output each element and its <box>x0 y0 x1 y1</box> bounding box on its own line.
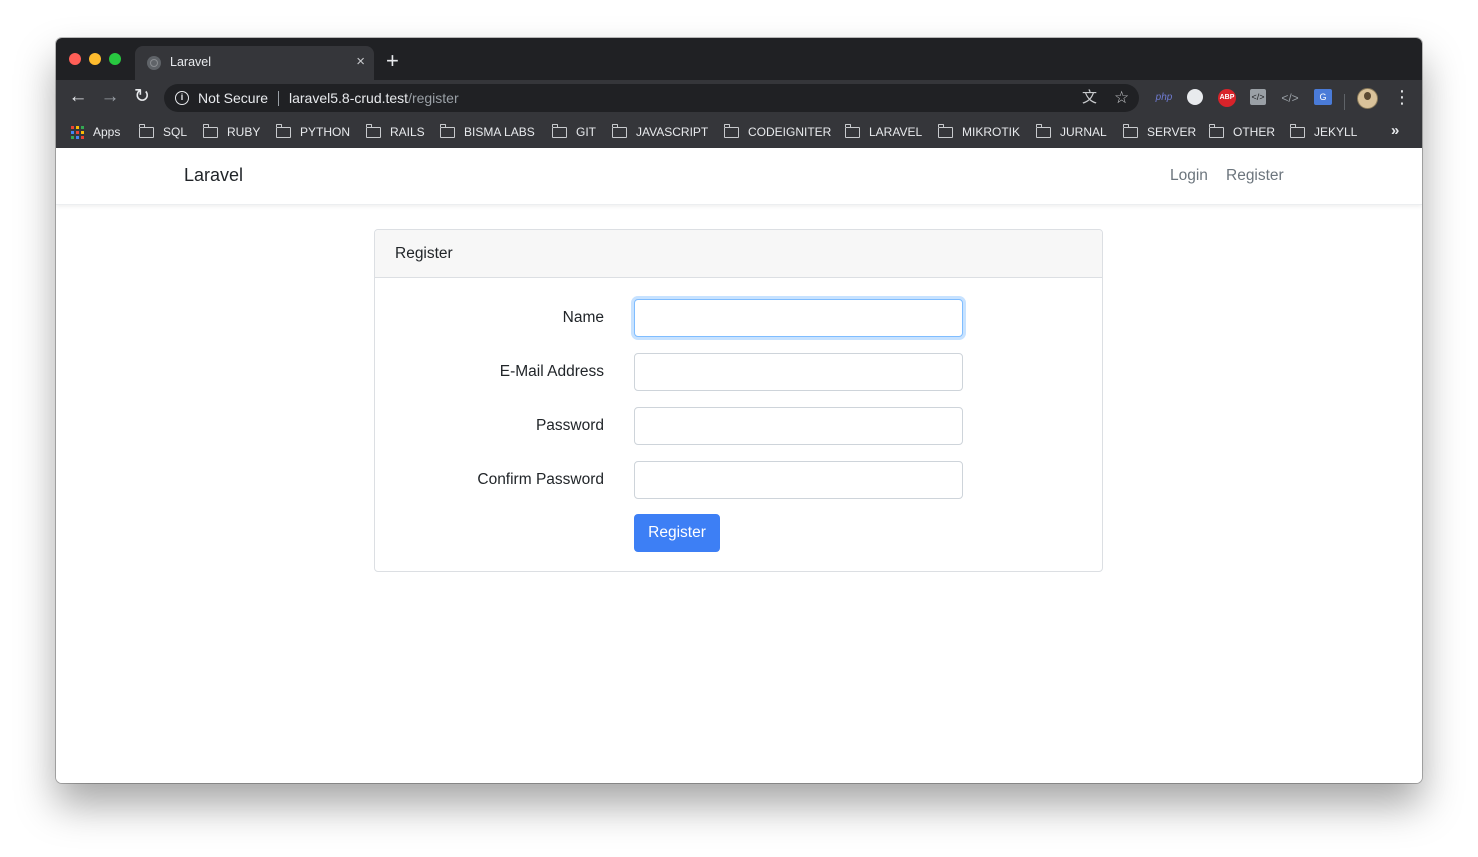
bookmark-label: BISMA LABS <box>464 125 535 139</box>
web-page: Laravel Login Register Register Name E-M… <box>56 148 1422 783</box>
bookmark-label: JEKYLL <box>1314 125 1358 139</box>
google-translate-extension-icon[interactable]: G <box>1314 89 1332 105</box>
bookmark-folder-python[interactable]: PYTHON <box>275 123 351 141</box>
folder-icon <box>723 123 739 138</box>
site-brand-link[interactable]: Laravel <box>184 165 243 186</box>
register-link[interactable]: Register <box>1226 167 1284 185</box>
folder-icon <box>551 123 567 138</box>
close-tab-icon[interactable]: × <box>356 53 365 71</box>
confirm-password-label: Confirm Password <box>477 471 604 488</box>
bookmark-folder-git[interactable]: GIT <box>551 123 596 141</box>
more-menu-icon[interactable]: ⋮ <box>1393 87 1411 107</box>
bookmark-folder-mikrotik[interactable]: MIKROTIK <box>937 123 1021 141</box>
minimize-window-button[interactable] <box>89 53 101 65</box>
card-title: Register <box>395 245 453 262</box>
bookmarks-bar: Apps SQL RUBY PYTHON RAILS BISMA LABS GI… <box>56 116 1422 148</box>
folder-icon <box>937 123 953 138</box>
password-label: Password <box>535 417 604 434</box>
folder-icon <box>844 123 860 138</box>
bookmark-label: SERVER <box>1147 125 1197 139</box>
security-status[interactable]: Not Secure <box>198 90 268 106</box>
adblock-extension-icon[interactable]: ABP <box>1218 89 1236 107</box>
folder-icon <box>138 123 154 138</box>
folder-icon <box>1035 123 1051 138</box>
bookmark-apps[interactable]: Apps <box>71 123 120 141</box>
translate-icon[interactable]: 文 <box>1082 89 1097 107</box>
site-navbar: Laravel Login Register <box>56 148 1422 205</box>
bookmark-folder-sql[interactable]: SQL <box>138 123 188 141</box>
folder-icon <box>365 123 381 138</box>
bookmark-folder-laravel[interactable]: LARAVEL <box>844 123 923 141</box>
bookmark-folder-jekyll[interactable]: JEKYLL <box>1289 123 1358 141</box>
info-icon[interactable]: i <box>175 91 189 105</box>
folder-icon <box>275 123 291 138</box>
browser-toolbar: ← → ↻ i Not Secure laravel5.8-crud.test/… <box>56 80 1422 116</box>
bookmark-label: LARAVEL <box>869 125 923 139</box>
bookmark-folder-rails[interactable]: RAILS <box>365 123 425 141</box>
bookmark-label: JAVASCRIPT <box>636 125 709 139</box>
email-input[interactable] <box>634 353 963 391</box>
url-path: /register <box>408 90 459 106</box>
folder-icon <box>1122 123 1138 138</box>
toolbar-divider <box>1344 94 1345 110</box>
bookmark-label: GIT <box>576 125 596 139</box>
url-text[interactable]: laravel5.8-crud.test/register <box>289 90 459 106</box>
folder-icon <box>1208 123 1224 138</box>
bookmark-folder-other[interactable]: OTHER <box>1208 123 1275 141</box>
card-header: Register <box>375 230 1102 278</box>
bookmark-folder-codeigniter[interactable]: CODEIGNITER <box>723 123 832 141</box>
browser-tab-laravel[interactable]: Laravel × <box>135 46 374 80</box>
password-input[interactable] <box>634 407 963 445</box>
bookmark-folder-javascript[interactable]: JAVASCRIPT <box>611 123 709 141</box>
url-host: laravel5.8-crud.test <box>289 90 409 106</box>
bookmark-label: OTHER <box>1233 125 1275 139</box>
globe-icon <box>147 56 161 70</box>
bookmark-star-icon[interactable]: ☆ <box>1114 89 1129 107</box>
confirm-password-input[interactable] <box>634 461 963 499</box>
code-extension-icon[interactable]: </> <box>1250 89 1266 105</box>
bookmark-label: MIKROTIK <box>962 125 1021 139</box>
maximize-window-button[interactable] <box>109 53 121 65</box>
php-extension-icon[interactable]: php <box>1153 89 1175 107</box>
folder-icon <box>611 123 627 138</box>
close-window-button[interactable] <box>69 53 81 65</box>
address-separator <box>278 91 279 106</box>
bookmark-folder-jurnal[interactable]: JURNAL <box>1035 123 1107 141</box>
new-tab-icon[interactable]: + <box>386 50 399 72</box>
code-view-extension-icon[interactable]: </> <box>1280 89 1300 107</box>
name-label: Name <box>562 309 604 326</box>
address-bar[interactable]: i Not Secure laravel5.8-crud.test/regist… <box>164 84 1139 112</box>
back-arrow-icon[interactable]: ← <box>67 87 89 107</box>
bookmark-label: RUBY <box>227 125 261 139</box>
forward-arrow-icon[interactable]: → <box>99 87 121 107</box>
profile-avatar[interactable] <box>1357 88 1378 109</box>
bookmark-folder-ruby[interactable]: RUBY <box>202 123 261 141</box>
bookmark-label: SQL <box>163 125 188 139</box>
bookmark-label: RAILS <box>390 125 425 139</box>
bookmark-folder-bisma-labs[interactable]: BISMA LABS <box>439 123 535 141</box>
circle-extension-icon[interactable] <box>1187 89 1203 105</box>
browser-window: Laravel × + ← → ↻ i Not Secure laravel5.… <box>56 38 1422 783</box>
bookmark-label: PYTHON <box>300 125 351 139</box>
login-link[interactable]: Login <box>1170 167 1208 185</box>
folder-icon <box>202 123 218 138</box>
bookmark-label: Apps <box>93 125 121 139</box>
name-input[interactable] <box>634 299 963 337</box>
bookmark-folder-server[interactable]: SERVER <box>1122 123 1197 141</box>
register-submit-button[interactable]: Register <box>634 514 720 552</box>
register-card: Register Name E-Mail Address Password Co… <box>374 229 1103 572</box>
folder-icon <box>1289 123 1305 138</box>
tab-strip: Laravel × + <box>56 38 1422 80</box>
bookmark-label: JURNAL <box>1060 125 1107 139</box>
more-bookmarks-icon[interactable]: » <box>1391 122 1399 139</box>
email-label: E-Mail Address <box>499 363 604 380</box>
folder-icon <box>439 123 455 138</box>
reload-icon[interactable]: ↻ <box>131 87 153 107</box>
apps-grid-icon <box>71 125 84 139</box>
tab-title: Laravel <box>170 55 211 69</box>
bookmark-label: CODEIGNITER <box>748 125 832 139</box>
